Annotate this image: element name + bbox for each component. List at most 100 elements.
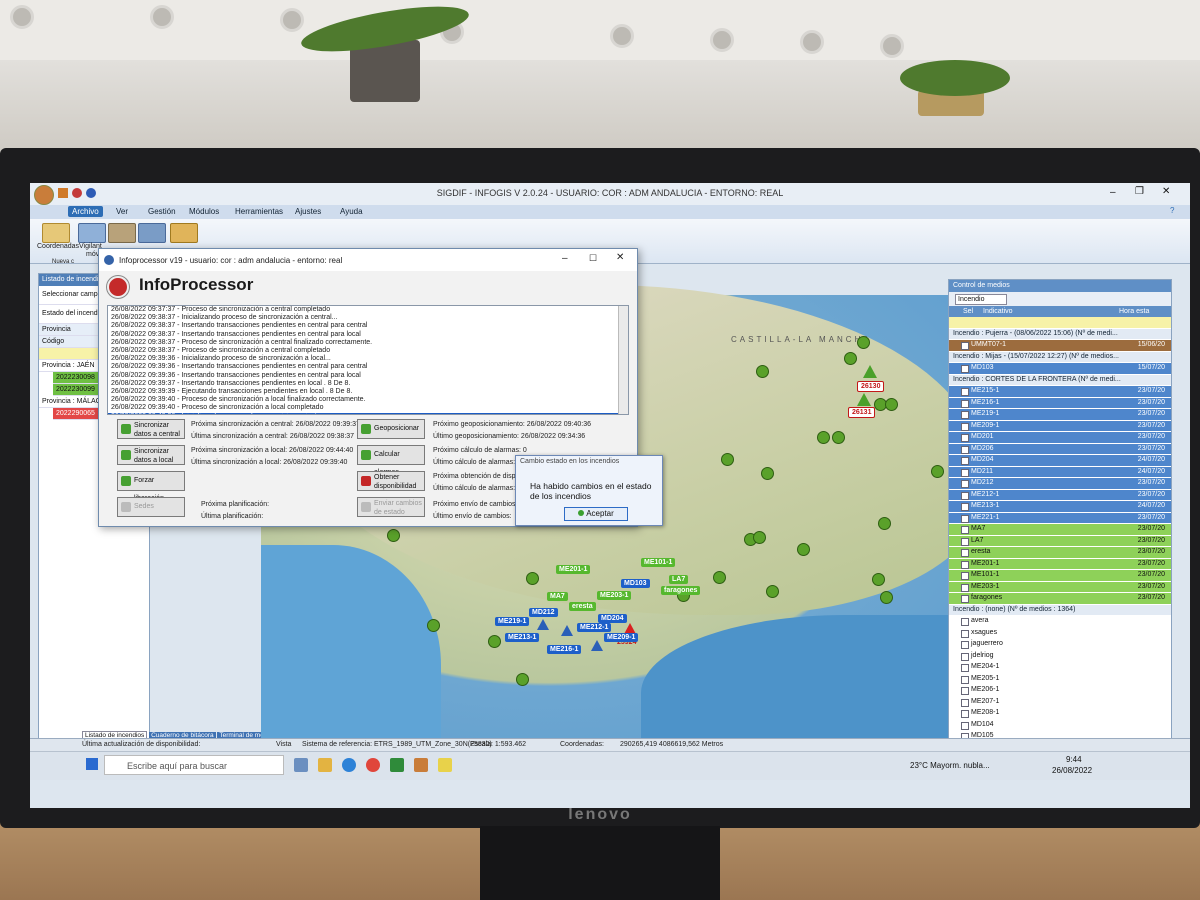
enviar-cambios-button[interactable]: Enviar cambios de estado bbox=[357, 497, 425, 517]
clock-date[interactable]: 26/08/2022 bbox=[1052, 766, 1092, 775]
resource-marker[interactable] bbox=[931, 465, 944, 478]
app-taskbar-icon[interactable] bbox=[414, 758, 428, 772]
resource-row[interactable]: jaguerrero bbox=[949, 639, 1171, 651]
resource-marker[interactable] bbox=[766, 585, 779, 598]
map-scale[interactable]: Escala: 1:593.462 bbox=[470, 741, 526, 748]
select-checkbox[interactable] bbox=[961, 641, 969, 649]
resource-row[interactable]: ME219-1 23/07/20 bbox=[949, 409, 1171, 421]
resource-row[interactable]: ME213-1 24/07/20 bbox=[949, 501, 1171, 513]
log-line[interactable]: 26/08/2022 09:39:40 - Proceso de sincron… bbox=[108, 404, 628, 412]
sync-central-button[interactable]: Sincronizar datos a central bbox=[117, 419, 185, 439]
select-checkbox[interactable] bbox=[961, 491, 969, 500]
select-checkbox[interactable] bbox=[961, 388, 969, 396]
select-checkbox[interactable] bbox=[961, 468, 969, 477]
log-line[interactable]: 26/08/2022 09:40:36 - Inicializando proc… bbox=[108, 412, 628, 414]
unit-tag[interactable]: LA7 bbox=[669, 575, 689, 584]
unit-tag[interactable]: ME213-1 bbox=[505, 633, 540, 642]
resource-marker[interactable] bbox=[488, 635, 501, 648]
resource-row[interactable]: UMMT07-1 15/06/20 bbox=[949, 340, 1171, 352]
resource-marker[interactable] bbox=[387, 529, 400, 542]
resource-marker[interactable] bbox=[832, 431, 845, 444]
column-sel[interactable]: Sel bbox=[963, 306, 973, 317]
select-checkbox[interactable] bbox=[961, 434, 969, 442]
resource-row[interactable]: ME208-1 bbox=[949, 708, 1171, 720]
resource-row[interactable]: avera bbox=[949, 616, 1171, 628]
select-checkbox[interactable] bbox=[961, 595, 969, 603]
resource-row[interactable]: ME221-1 23/07/20 bbox=[949, 512, 1171, 524]
infoprocessor-taskbar-icon[interactable] bbox=[438, 758, 452, 772]
unit-tag[interactable]: MD103 bbox=[621, 579, 650, 588]
resource-row[interactable]: xsagues bbox=[949, 627, 1171, 639]
log-line[interactable]: 26/08/2022 09:39:36 - Insertando transac… bbox=[108, 363, 628, 371]
select-checkbox[interactable] bbox=[961, 549, 969, 557]
resource-row[interactable]: MD211 24/07/20 bbox=[949, 466, 1171, 478]
incident-group-row[interactable]: Incendio : CORTES DE LA FRONTERA (Nº de … bbox=[949, 374, 1171, 386]
log-listbox[interactable]: 26/08/2022 09:37:37 - Proceso de sincron… bbox=[107, 305, 629, 415]
log-scrollbar[interactable] bbox=[618, 306, 628, 414]
resource-row[interactable]: MD204 24/07/20 bbox=[949, 455, 1171, 467]
resource-marker[interactable] bbox=[721, 453, 734, 466]
resource-row[interactable]: ME209-1 23/07/20 bbox=[949, 420, 1171, 432]
resource-row[interactable]: eresta 23/07/20 bbox=[949, 547, 1171, 559]
resource-row[interactable]: jdelriog bbox=[949, 650, 1171, 662]
resource-row[interactable]: LA7 23/07/20 bbox=[949, 535, 1171, 547]
select-checkbox[interactable] bbox=[961, 480, 969, 488]
ribbon-tool-button[interactable] bbox=[108, 223, 136, 243]
unit-tag[interactable]: MD212 bbox=[529, 608, 558, 617]
menu-herramientas[interactable]: Herramientas bbox=[231, 206, 287, 217]
fire-label[interactable]: 26131 bbox=[848, 407, 876, 418]
resource-marker[interactable] bbox=[753, 531, 766, 544]
weather-widget[interactable]: 23°C Mayorm. nubla... bbox=[910, 761, 990, 770]
alert-icon[interactable] bbox=[561, 625, 573, 636]
resource-marker[interactable] bbox=[885, 398, 898, 411]
unit-tag[interactable]: ME203-1 bbox=[597, 591, 632, 600]
select-checkbox[interactable] bbox=[961, 572, 969, 580]
resource-row[interactable]: MD206 23/07/20 bbox=[949, 443, 1171, 455]
log-line[interactable]: 26/08/2022 09:38:37 - Insertando transac… bbox=[108, 322, 628, 330]
log-line[interactable]: 26/08/2022 09:39:40 - Proceso de sincron… bbox=[108, 396, 628, 404]
resource-marker[interactable] bbox=[857, 336, 870, 349]
select-checkbox[interactable] bbox=[961, 710, 969, 718]
task-view-icon[interactable] bbox=[294, 758, 308, 772]
log-line[interactable]: 26/08/2022 09:39:36 - Insertando transac… bbox=[108, 372, 628, 380]
unit-tag[interactable]: ME219-1 bbox=[495, 617, 530, 626]
select-checkbox[interactable] bbox=[961, 675, 969, 684]
select-checkbox[interactable] bbox=[961, 618, 969, 626]
select-checkbox[interactable] bbox=[961, 365, 969, 373]
resource-row[interactable]: MD212 23/07/20 bbox=[949, 478, 1171, 490]
alert-icon[interactable] bbox=[591, 640, 603, 651]
fire-icon[interactable] bbox=[863, 365, 877, 378]
unit-tag[interactable]: eresta bbox=[569, 602, 596, 611]
resource-row[interactable]: ME201-1 23/07/20 bbox=[949, 558, 1171, 570]
view-selector[interactable]: Vista bbox=[276, 741, 291, 748]
help-icon[interactable]: ? bbox=[1170, 206, 1174, 215]
incident-group-row[interactable]: Incendio : Pujerra - (08/06/2022 15:06) … bbox=[949, 328, 1171, 340]
log-line[interactable]: 26/08/2022 09:38:37 - Proceso de sincron… bbox=[108, 347, 628, 355]
vigilant-button[interactable] bbox=[78, 223, 106, 243]
select-checkbox[interactable] bbox=[961, 629, 969, 638]
column-indicativo[interactable]: Indicativo bbox=[983, 306, 1013, 317]
resource-row[interactable]: ME206-1 bbox=[949, 685, 1171, 697]
select-checkbox[interactable] bbox=[961, 457, 969, 465]
start-icon[interactable] bbox=[86, 758, 98, 770]
resource-row[interactable]: ME205-1 bbox=[949, 673, 1171, 685]
select-checkbox[interactable] bbox=[961, 445, 969, 454]
sync-local-button[interactable]: Sincronizar datos a local bbox=[117, 445, 185, 465]
taskbar-search-input[interactable]: Escribe aquí para buscar bbox=[104, 755, 284, 775]
chrome-icon[interactable] bbox=[366, 758, 380, 772]
resource-row[interactable]: ME204-1 bbox=[949, 662, 1171, 674]
log-line[interactable]: 26/08/2022 09:39:37 - Insertando transac… bbox=[108, 380, 628, 388]
forzar-liberacion-button[interactable]: Forzar liberación bbox=[117, 471, 185, 502]
resource-marker[interactable] bbox=[761, 467, 774, 480]
select-checkbox[interactable] bbox=[961, 537, 969, 546]
menu-ver[interactable]: Ver bbox=[112, 206, 132, 217]
geoposicionar-button[interactable]: Geoposicionar bbox=[357, 419, 425, 439]
incident-group-row[interactable]: Incendio : Mijas - (15/07/2022 12:27) (N… bbox=[949, 351, 1171, 363]
log-line[interactable]: 26/08/2022 09:37:37 - Proceso de sincron… bbox=[108, 306, 628, 314]
fire-icon[interactable] bbox=[857, 393, 871, 406]
resource-row[interactable]: ME203-1 23/07/20 bbox=[949, 581, 1171, 593]
unit-tag[interactable]: ME101-1 bbox=[641, 558, 676, 567]
select-checkbox[interactable] bbox=[961, 526, 969, 534]
resource-row[interactable]: faragones 23/07/20 bbox=[949, 593, 1171, 605]
close-button[interactable]: ✕ bbox=[616, 252, 624, 263]
